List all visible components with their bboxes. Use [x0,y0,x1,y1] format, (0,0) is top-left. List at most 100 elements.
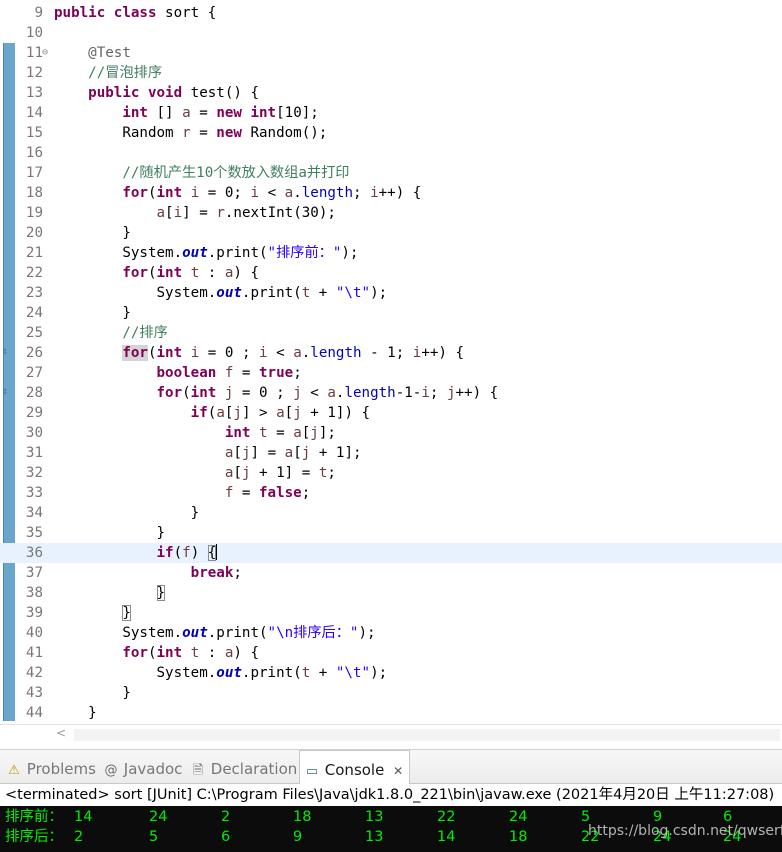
console-output[interactable]: 排序前： 14 24 2 18 13 22 24 5 9 6 排序后： 2 5 6 9 13 14 18 22 2… [0,806,782,852]
code-token: public void [88,85,191,101]
code-line[interactable]: 20 } [0,223,782,243]
code-line[interactable]: 40 System.out.print("\n排序后："); [0,623,782,643]
code-token: = 0 ; [233,385,294,401]
code-line[interactable]: 42 System.out.print(t + "\t"); [0,663,782,683]
code-line[interactable]: 27 boolean f = true; [0,363,782,383]
code-token: a [293,425,302,441]
code-line[interactable]: 39 } [0,603,782,623]
code-text: } [54,583,166,603]
code-token: //冒泡排序 [88,65,163,81]
code-line[interactable]: 31 a[j] = a[j + 1]; [0,443,782,463]
code-text: a[j] = a[j + 1]; [54,443,362,463]
code-line[interactable]: 28 ⇕ for(int j = 0 ; j < a.length-1-i; j+… [0,383,782,403]
tab-declaration[interactable]: 🗎 Declaration [188,750,299,783]
view-tab-bar: ⚠ Problems @ Javadoc 🗎 Declaration ▭ Con… [0,749,782,785]
code-line[interactable]: 18 for(int i = 0; i < a.length; i++) { [0,183,782,203]
code-line[interactable]: 23 System.out.print(t + "\t"); [0,283,782,303]
line-number: 21 [25,245,43,261]
code-line[interactable]: 22 for(int t : a) { [0,263,782,283]
code-line[interactable]: 43 } [0,683,782,703]
code-line[interactable]: 24 } [0,303,782,323]
code-line[interactable]: 26 ⇕ for(int i = 0 ; i < a.length - 1; i+… [0,343,782,363]
code-text: } [54,503,200,523]
code-line[interactable]: 19 a[i] = r.nextInt(30); [0,203,782,223]
horizontal-scrollbar[interactable]: < [0,724,782,745]
code-line[interactable]: 38 } [0,583,782,603]
console-value: 18 [293,809,312,825]
close-icon[interactable]: ✕ [393,764,403,778]
code-token: t [190,265,200,281]
code-line[interactable]: 41 for(int t : a) { [0,643,782,663]
code-token: "\n排序后：" [267,625,359,641]
line-number: 25 [25,325,43,341]
code-token: new [216,125,251,141]
code-token: { [207,545,217,561]
code-line[interactable]: 32 a[j + 1] = t; [0,463,782,483]
code-line[interactable]: 29 if(a[j] > a[j + 1]) { [0,403,782,423]
code-token: int [156,265,191,281]
code-token: ( [173,545,183,561]
code-token: out [182,245,208,261]
code-line[interactable]: 14 int [] a = new int[10]; [0,103,782,123]
scrollbar-track[interactable] [74,729,780,741]
code-line[interactable]: 37 break; [0,563,782,583]
code-token: j [293,385,302,401]
console-value: 13 [365,809,384,825]
code-line[interactable]: 25 //排序 [0,323,782,343]
code-token: + 1]; [310,445,362,461]
code-token: int [122,105,157,121]
code-token: + 1]) { [301,405,371,421]
code-token: for [122,265,148,281]
code-token: i [259,345,268,361]
code-line[interactable]: 13 public void test() { [0,83,782,103]
code-line[interactable]: 36 if(f) { [0,543,782,563]
code-token: } [122,605,131,621]
tab-console[interactable]: ▭ Console ✕ [299,750,411,785]
code-text: for(int j = 0 ; j < a.length-1-i; j++) { [54,383,499,403]
code-line[interactable]: 44 } [0,703,782,723]
code-line[interactable]: 16 [0,143,782,163]
line-number: 23 [25,285,43,301]
scroll-left-arrow-icon[interactable]: < [56,726,66,740]
code-editor[interactable]: 9 public class sort {10 11 ⊖ @Test 12 //冒泡排序… [0,0,782,724]
code-token: } [54,305,131,321]
code-line[interactable]: 11 ⊖ @Test [0,43,782,63]
code-line[interactable]: 30 int t = a[j]; [0,423,782,443]
console-value: 13 [365,829,384,845]
code-token: false [259,485,302,501]
code-token: [ [284,405,294,421]
code-text: int [] a = new int[10]; [54,103,318,123]
code-text: a[j + 1] = t; [54,463,336,483]
code-token: public class [54,5,166,21]
code-line[interactable]: 10 [0,23,782,43]
code-token: < [301,385,328,401]
code-token: .print( [241,665,302,681]
code-token: = 0; [199,185,251,201]
tab-javadoc[interactable]: @ Javadoc [101,750,184,783]
code-line[interactable]: 12 //冒泡排序 [0,63,782,83]
line-number: 31 [25,445,43,461]
code-token: [] [156,105,183,121]
code-text: } [54,523,165,543]
code-line[interactable]: 33 f = false; [0,483,782,503]
fold-collapse-icon[interactable]: ⊖ [42,48,48,58]
code-line[interactable]: 17 //随机产生10个数放入数组a并打印 [0,163,782,183]
tab-problems[interactable]: ⚠ Problems [4,750,98,783]
code-token: ( [147,345,157,361]
code-line[interactable]: 35 } [0,523,782,543]
code-line[interactable]: 9 public class sort { [0,3,782,23]
line-number: 20 [25,225,43,241]
code-token: out [216,665,242,681]
code-text: public class sort { [54,3,216,23]
code-token: } [54,685,131,701]
code-token: } [54,225,131,241]
code-line[interactable]: 15 Random r = new Random(); [0,123,782,143]
tab-label: Console [324,761,385,779]
code-line[interactable]: 34 } [0,503,782,523]
code-text: boolean f = true; [54,363,302,383]
code-line[interactable]: 21 System.out.print("排序前："); [0,243,782,263]
code-token: System. [54,285,217,301]
